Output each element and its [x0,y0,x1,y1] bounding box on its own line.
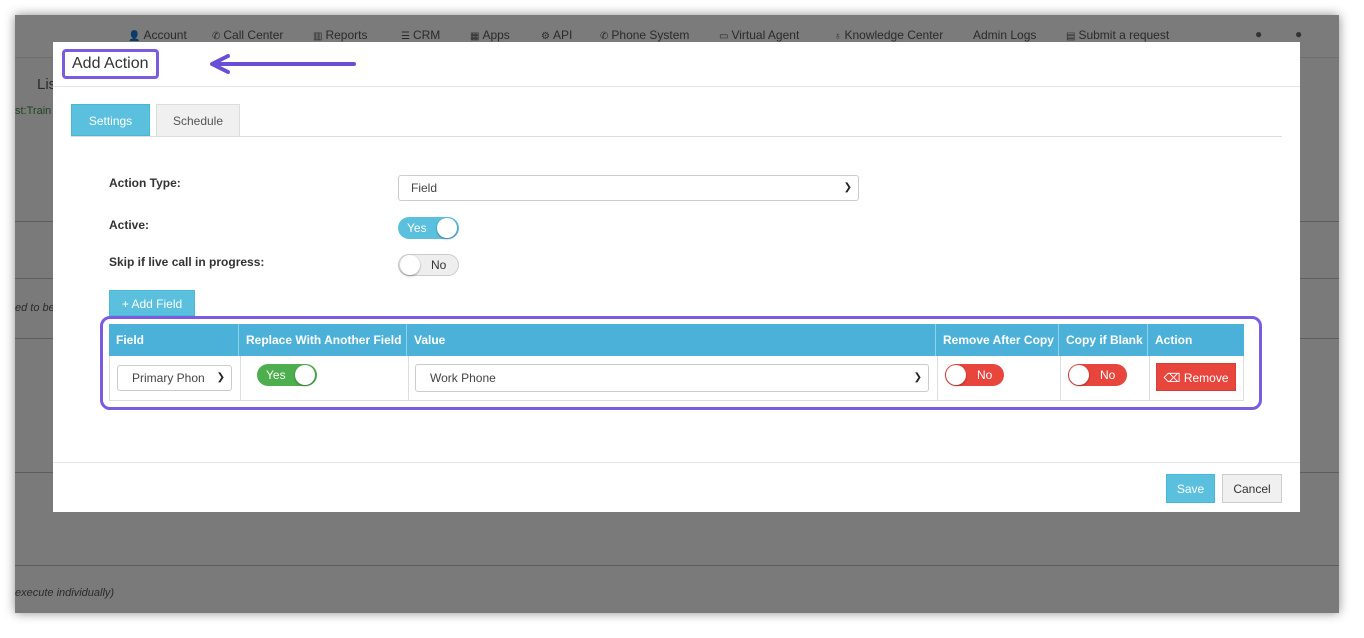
active-toggle[interactable]: Yes [398,217,459,239]
modal-title: Add Action [62,49,159,79]
cancel-button[interactable]: Cancel [1222,474,1282,503]
action-type-value: Field [411,181,438,195]
add-field-button[interactable]: + Add Field [109,290,195,316]
table-highlight-outline [100,316,1262,410]
skip-live-call-label: Skip if live call in progress: [109,255,265,269]
toggle-label: No [431,258,447,272]
toggle-knob [437,218,457,238]
tab-schedule[interactable]: Schedule [156,104,240,136]
modal-footer [53,462,1300,513]
modal-tabs: Settings Schedule [71,104,1282,137]
modal-header: Add Action [53,42,1300,87]
active-label: Active: [109,218,150,232]
action-type-label: Action Type: [109,176,181,190]
save-button[interactable]: Save [1166,474,1215,503]
add-action-modal: Add Action Settings Schedule Action Type… [53,42,1300,512]
chevron-down-icon: ❯ [843,182,852,193]
skip-live-call-toggle[interactable]: No [398,254,459,276]
annotation-arrow-icon [210,54,356,74]
tab-settings[interactable]: Settings [71,104,150,136]
toggle-knob [400,255,420,275]
toggle-label: Yes [407,221,427,235]
action-type-select[interactable]: Field ❯ [398,175,859,201]
